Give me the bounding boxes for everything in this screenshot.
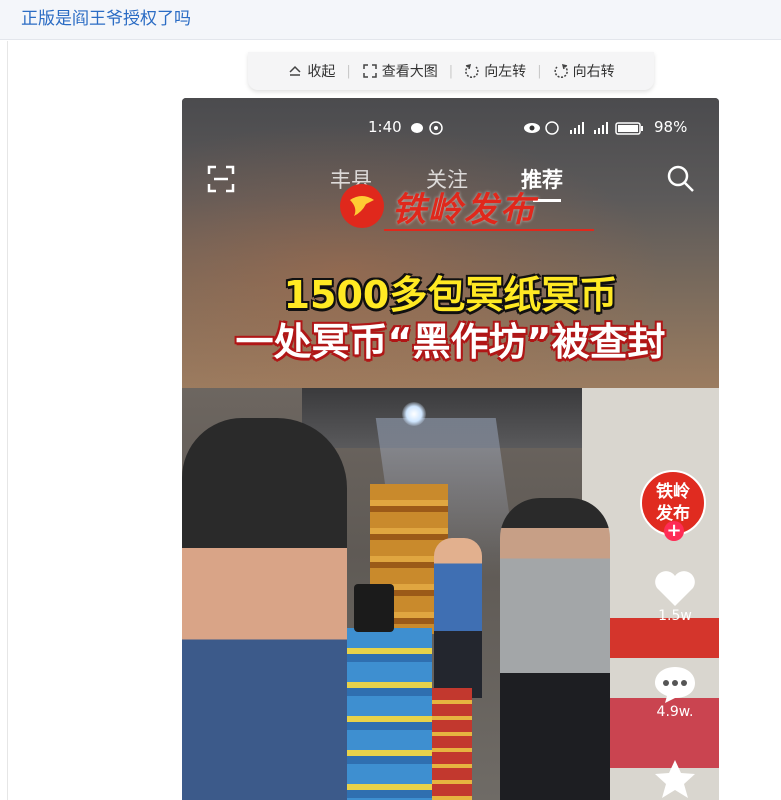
view-large-label: 查看大图 xyxy=(381,64,438,80)
heart-icon xyxy=(655,571,695,606)
channel-logo: 铁岭发布 xyxy=(338,180,594,232)
collapse-icon xyxy=(289,65,301,76)
follow-button[interactable]: + xyxy=(664,521,684,541)
rotate-right-icon xyxy=(554,63,568,79)
battery-percent: 98% xyxy=(654,118,688,136)
post-image[interactable]: 1:40 98% 丰县 关注 推荐 铁岭发布 1500多包冥纸冥币 一处冥币“黑… xyxy=(182,98,719,800)
foreground-person xyxy=(182,418,347,800)
fullscreen-icon xyxy=(363,64,377,78)
avatar-text-line-1: 铁岭 xyxy=(656,482,690,502)
favorite-button[interactable] xyxy=(648,758,702,800)
like-button[interactable]: 1.5w xyxy=(648,568,702,624)
officer-blue-shirt xyxy=(434,538,482,698)
comment-icon xyxy=(655,667,695,703)
rotate-right-button[interactable]: 向右转 xyxy=(553,61,615,81)
logo-text: 铁岭发布 xyxy=(392,190,536,230)
status-time: 1:40 xyxy=(368,118,402,136)
notification-icon xyxy=(411,121,443,135)
ceiling-lamp xyxy=(402,402,426,426)
logo-emblem-icon xyxy=(340,184,384,228)
red-table xyxy=(594,618,719,658)
signal-wifi-icon xyxy=(524,121,643,135)
view-large-button[interactable]: 查看大图 xyxy=(362,61,438,81)
body-camera xyxy=(354,584,394,632)
video-scene xyxy=(182,388,719,800)
comment-button[interactable]: 4.9w. xyxy=(648,664,702,720)
comment-count: 4.9w. xyxy=(656,704,694,720)
phone-status-bar: 1:40 98% xyxy=(182,118,719,138)
toolbar-divider: | xyxy=(448,63,454,79)
like-count: 1.5w xyxy=(658,608,692,624)
image-toolbar: 收起 | 查看大图 | 向左转 | 向右转 xyxy=(248,52,654,90)
rotate-left-icon xyxy=(465,63,479,79)
collapse-button[interactable]: 收起 xyxy=(287,61,335,81)
officer-grey-shirt xyxy=(500,498,610,800)
rotate-left-label: 向左转 xyxy=(484,64,527,80)
collapse-label: 收起 xyxy=(307,64,336,80)
headline-line-2: 一处冥币“黑作坊”被查封 xyxy=(235,320,666,364)
star-icon xyxy=(655,760,695,798)
rotate-right-label: 向右转 xyxy=(572,64,615,80)
logo-underline xyxy=(384,229,594,231)
search-icon[interactable] xyxy=(666,164,696,194)
toolbar-divider: | xyxy=(537,63,542,79)
post-title[interactable]: 正版是阎王爷授权了吗 xyxy=(0,0,781,40)
rotate-left-button[interactable]: 向左转 xyxy=(464,61,526,81)
toolbar-divider: | xyxy=(346,63,351,79)
